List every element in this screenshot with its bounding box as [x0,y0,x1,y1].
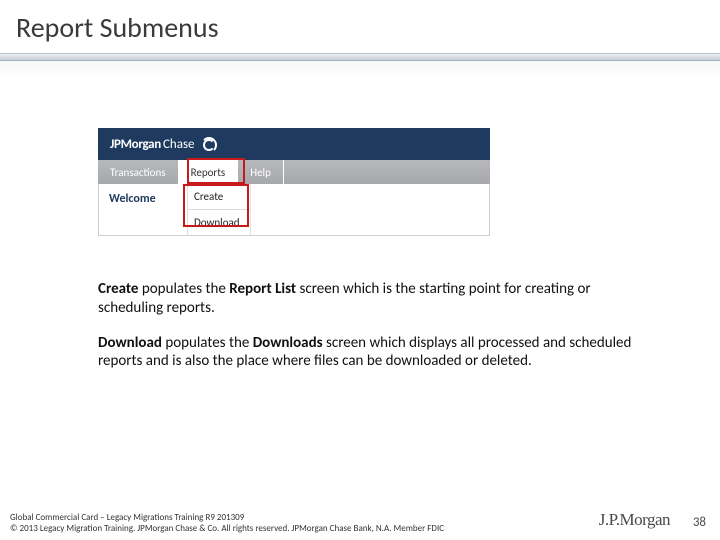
submenu-area: Welcome Create Download [98,184,490,236]
paragraph-download: Download populates the Downloads screen … [98,334,658,372]
brand-swirl-icon [201,136,217,152]
tab-help[interactable]: Help [238,160,284,184]
brand-text-bold: JPMorgan [110,137,161,152]
menu-item-download[interactable]: Download [188,210,250,235]
footer-line-2: © 2013 Legacy Migration Training. JPMorg… [10,523,444,534]
page-title: Report Submenus [16,10,704,45]
bold-report-list: Report List [229,280,299,298]
paragraph-create: Create populates the Report List screen … [98,280,658,318]
welcome-label: Welcome [99,184,188,235]
reports-dropdown: Create Download [188,184,251,235]
tab-transactions[interactable]: Transactions [98,160,179,184]
bold-create: Create [98,280,142,298]
tab-bar: Transactions Reports Help [98,160,490,184]
body-copy: Create populates the Report List screen … [98,280,658,387]
footer-text: Global Commercial Card – Legacy Migratio… [10,512,444,535]
brand-text-plain: Chase [163,137,195,152]
app-brand-bar: JPMorganChase [98,128,490,160]
text: populates the [142,280,229,298]
app-screenshot: JPMorganChase Transactions Reports Help … [98,128,490,236]
footer-logo: J.P.Morgan [599,510,670,530]
footer-line-1: Global Commercial Card – Legacy Migratio… [10,512,444,523]
title-underline [0,53,720,61]
tab-reports[interactable]: Reports [179,160,239,184]
bold-downloads: Downloads [253,334,326,352]
text: populates the [165,334,252,352]
menu-item-create[interactable]: Create [188,184,250,210]
page-number: 38 [693,515,706,530]
title-band [0,61,720,79]
bold-download: Download [98,334,165,352]
